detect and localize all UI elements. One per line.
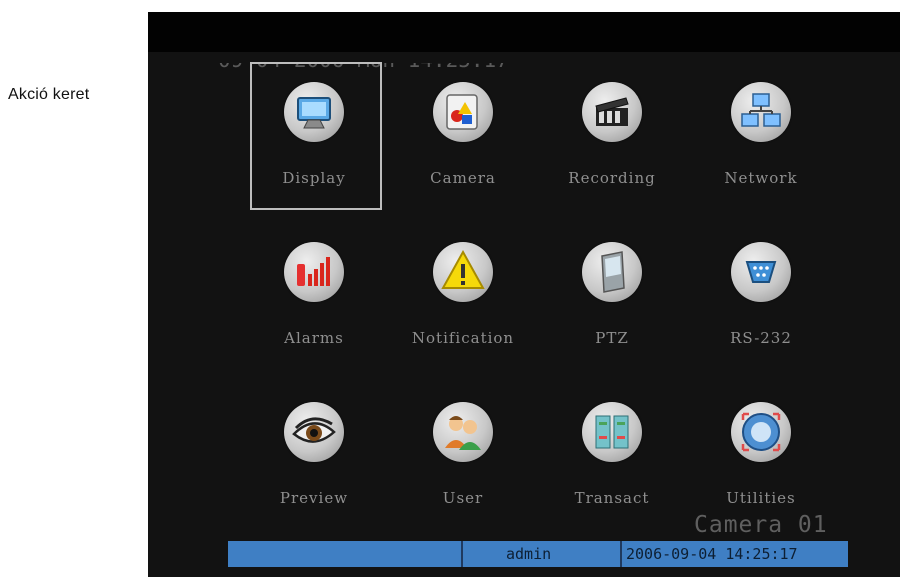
- menu-item-label: Camera: [430, 169, 496, 187]
- menu-item-alarms[interactable]: Alarms: [252, 226, 382, 356]
- annotation-label: Akció keret: [8, 86, 90, 103]
- status-user: admin: [506, 545, 552, 563]
- menu-item-preview[interactable]: Preview: [252, 386, 382, 516]
- menu-item-transact[interactable]: Transact: [550, 386, 680, 516]
- status-datetime: 2006-09-04 14:25:17: [626, 545, 798, 563]
- menu-item-ptz[interactable]: PTZ: [550, 226, 680, 356]
- transaction-icon: [595, 415, 629, 449]
- eye-icon: [292, 417, 336, 443]
- menu-item-rs232[interactable]: RS-232: [699, 226, 829, 356]
- status-bar: admin 2006-09-04 14:25:17: [228, 541, 848, 567]
- menu-item-recording[interactable]: Recording: [550, 66, 680, 196]
- menu-item-label: Transact: [574, 489, 650, 507]
- menu-item-label: PTZ: [595, 329, 629, 347]
- menu-item-label: Recording: [568, 169, 656, 187]
- menu-item-label: Utilities: [726, 489, 796, 507]
- camera-shapes-icon: [446, 94, 478, 130]
- menu-item-network[interactable]: Network: [699, 66, 829, 196]
- warning-triangle-icon: [441, 249, 485, 289]
- menu-item-utilities[interactable]: Utilities: [699, 386, 829, 516]
- menu-item-notification[interactable]: Notification: [401, 226, 531, 356]
- menu-item-label: Notification: [411, 329, 515, 347]
- ptz-device-icon: [601, 251, 625, 293]
- menu-item-label: Preview: [279, 489, 349, 507]
- menu-item-label: User: [442, 489, 484, 507]
- users-icon: [445, 416, 481, 450]
- menu-item-label: Alarms: [284, 329, 344, 347]
- camera-overlay-text: Camera 01: [694, 512, 828, 538]
- screen-top-bar: [148, 12, 900, 52]
- dvr-screen: 09-04-2006 Mon 14:25:17 Display Camera R…: [148, 12, 900, 577]
- menu-item-camera[interactable]: Camera: [401, 66, 531, 196]
- utilities-icon: [741, 412, 781, 452]
- menu-item-label: RS-232: [730, 329, 792, 347]
- network-computers-icon: [741, 93, 781, 127]
- serial-port-icon: [745, 261, 777, 283]
- menu-item-label: Network: [724, 169, 798, 187]
- alarm-bars-icon: [297, 257, 330, 286]
- selection-focus-frame: [250, 62, 382, 210]
- menu-item-user[interactable]: User: [401, 386, 531, 516]
- film-clapper-icon: [595, 97, 629, 126]
